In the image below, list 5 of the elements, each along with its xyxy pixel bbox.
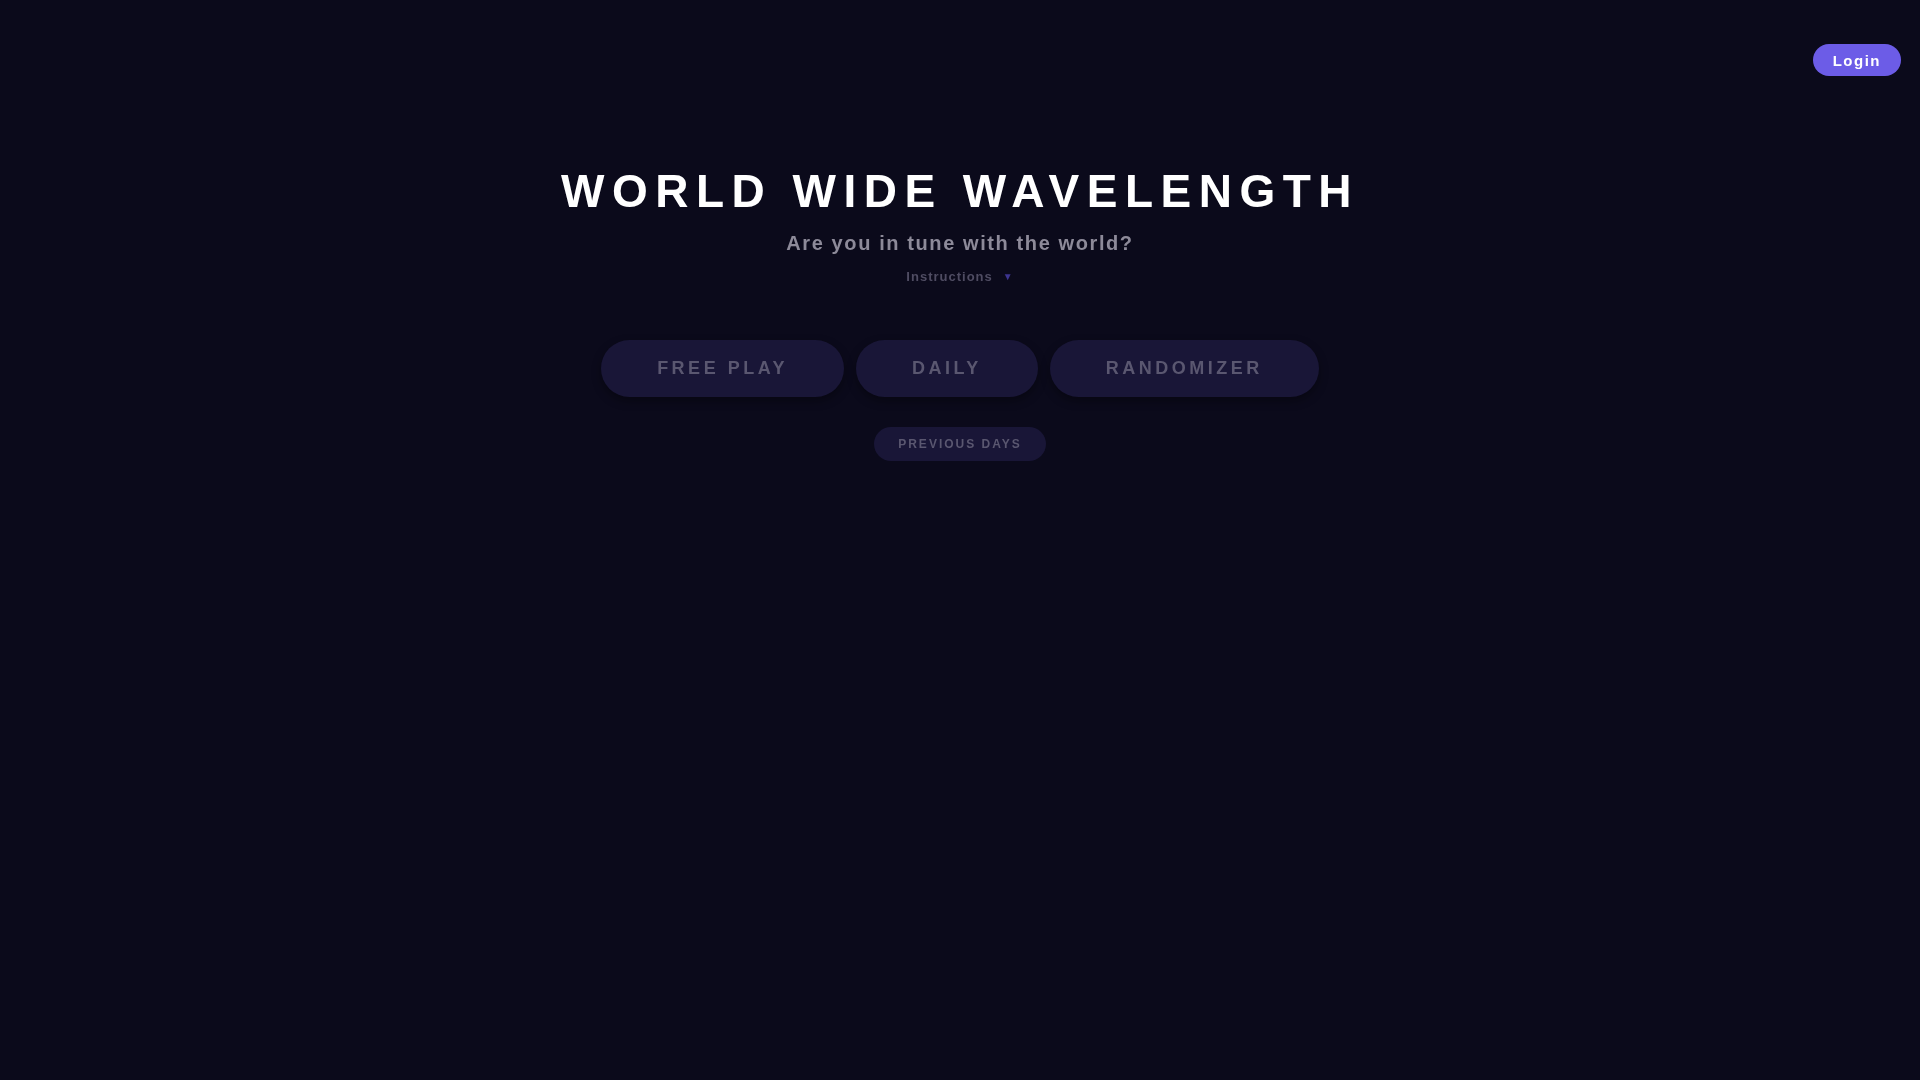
dropdown-triangle-icon: ▼: [1002, 271, 1014, 282]
login-button[interactable]: Login: [1812, 44, 1901, 76]
subtitle: Are you in tune with the world?: [786, 232, 1134, 255]
instructions-toggle[interactable]: Instructions ▼: [906, 269, 1014, 284]
page-title: WORLD WIDE WAVELENGTH: [560, 168, 1359, 214]
